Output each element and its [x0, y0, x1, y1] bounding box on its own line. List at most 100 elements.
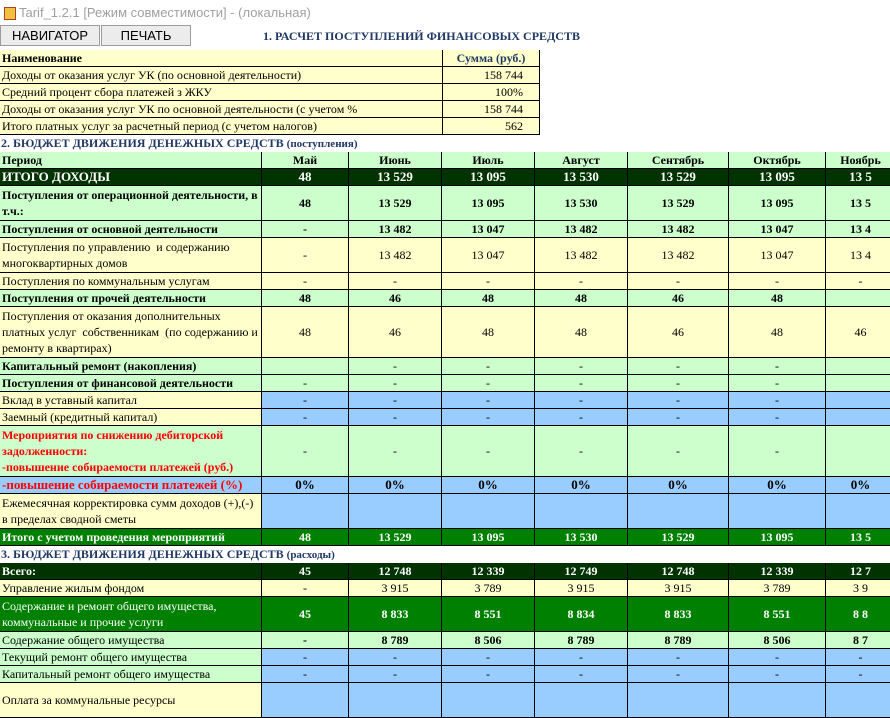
value-cell[interactable]: -	[826, 649, 890, 666]
value-cell[interactable]: 12 748	[628, 563, 729, 580]
value-cell[interactable]: 13 530	[535, 169, 628, 186]
period-header[interactable]: Период	[0, 152, 262, 169]
value-cell[interactable]: 13 095	[729, 529, 826, 546]
value-cell[interactable]: -	[262, 409, 349, 426]
value-cell[interactable]: 13 047	[729, 221, 826, 238]
value-cell[interactable]: 13 047	[442, 221, 535, 238]
value-cell[interactable]: 13 5	[826, 186, 890, 221]
value-cell[interactable]: 46	[349, 307, 442, 358]
value-cell[interactable]: 13 4	[826, 238, 890, 273]
value-cell[interactable]: -	[535, 409, 628, 426]
value-cell[interactable]: -	[262, 426, 349, 477]
value-cell[interactable]: -	[262, 221, 349, 238]
value-cell[interactable]: 8 7	[826, 632, 890, 649]
month-header[interactable]: Май	[262, 152, 349, 169]
value-cell[interactable]: 12 339	[442, 563, 535, 580]
value-cell[interactable]: -	[442, 649, 535, 666]
value-cell[interactable]: -	[628, 273, 729, 290]
value-cell[interactable]	[826, 494, 890, 529]
value-cell[interactable]: 48	[729, 290, 826, 307]
value-cell[interactable]: 8 789	[535, 632, 628, 649]
value-cell[interactable]	[349, 494, 442, 529]
value-cell[interactable]: -	[628, 358, 729, 375]
row-label[interactable]: Текущий ремонт общего имущества	[0, 649, 262, 666]
value-cell[interactable]: -	[535, 358, 628, 375]
value-cell[interactable]: 48	[442, 307, 535, 358]
value-cell[interactable]: -	[349, 426, 442, 477]
value-cell[interactable]: 48	[535, 290, 628, 307]
value-cell[interactable]: 45	[262, 597, 349, 632]
value-cell[interactable]: 13 529	[349, 186, 442, 221]
value-cell[interactable]: 13 482	[535, 238, 628, 273]
value-cell[interactable]: 13 529	[349, 529, 442, 546]
value-cell[interactable]: -	[628, 666, 729, 683]
value-cell[interactable]: 13 095	[442, 186, 535, 221]
month-header[interactable]: Сентябрь	[628, 152, 729, 169]
value-cell[interactable]: -	[442, 666, 535, 683]
row-label[interactable]: Поступления по коммунальным услугам	[0, 273, 262, 290]
value-cell[interactable]: 0%	[262, 477, 349, 494]
summary-label[interactable]: Доходы от оказания услуг УК по основной …	[0, 101, 443, 118]
month-header[interactable]: Август	[535, 152, 628, 169]
value-cell[interactable]: -	[729, 649, 826, 666]
value-cell[interactable]: 46	[349, 290, 442, 307]
value-cell[interactable]: -	[349, 649, 442, 666]
value-cell[interactable]	[729, 494, 826, 529]
value-cell[interactable]	[535, 683, 628, 718]
row-label[interactable]: Поступления по управлению и содержанию м…	[0, 238, 262, 273]
value-cell[interactable]: 13 047	[729, 238, 826, 273]
value-cell[interactable]	[535, 494, 628, 529]
value-cell[interactable]	[262, 358, 349, 375]
value-cell[interactable]: -	[349, 392, 442, 409]
value-cell[interactable]: 13 5	[826, 529, 890, 546]
month-header[interactable]: Июль	[442, 152, 535, 169]
row-label[interactable]: Поступления от финансовой деятельности	[0, 375, 262, 392]
value-cell[interactable]: -	[262, 580, 349, 597]
value-cell[interactable]: -	[535, 392, 628, 409]
value-cell[interactable]: 46	[826, 307, 890, 358]
value-cell[interactable]: 0%	[535, 477, 628, 494]
value-cell[interactable]: 48	[262, 169, 349, 186]
value-cell[interactable]: 13 095	[442, 529, 535, 546]
value-cell[interactable]: 8 833	[628, 597, 729, 632]
value-cell[interactable]: 46	[628, 290, 729, 307]
value-cell[interactable]: 3 9	[826, 580, 890, 597]
value-cell[interactable]: -	[262, 666, 349, 683]
value-cell[interactable]: 48	[729, 307, 826, 358]
value-cell[interactable]	[826, 358, 890, 375]
value-cell[interactable]: 13 095	[729, 186, 826, 221]
value-cell[interactable]: 0%	[628, 477, 729, 494]
value-cell[interactable]: -	[729, 375, 826, 392]
value-cell[interactable]	[442, 494, 535, 529]
value-cell[interactable]: 13 529	[628, 169, 729, 186]
row-label[interactable]: Ежемесячная корректировка сумм доходов (…	[0, 494, 262, 529]
value-cell[interactable]: 13 095	[442, 169, 535, 186]
value-cell[interactable]	[826, 290, 890, 307]
value-cell[interactable]: 12 7	[826, 563, 890, 580]
value-cell[interactable]: -	[535, 426, 628, 477]
value-cell[interactable]: -	[262, 273, 349, 290]
value-cell[interactable]: -	[628, 375, 729, 392]
value-cell[interactable]: 13 529	[349, 169, 442, 186]
row-label[interactable]: Вклад в уставный капитал	[0, 392, 262, 409]
value-cell[interactable]: 8 789	[349, 632, 442, 649]
value-cell[interactable]	[442, 683, 535, 718]
value-cell[interactable]: -	[628, 649, 729, 666]
value-cell[interactable]: -	[729, 273, 826, 290]
value-cell[interactable]: 13 047	[442, 238, 535, 273]
row-label[interactable]: Поступления от прочей деятельности	[0, 290, 262, 307]
value-cell[interactable]: 8 506	[729, 632, 826, 649]
value-cell[interactable]: 0%	[729, 477, 826, 494]
value-cell[interactable]: 3 789	[729, 580, 826, 597]
value-cell[interactable]: 0%	[826, 477, 890, 494]
row-label[interactable]: Мероприятия по снижению дебиторской задо…	[0, 426, 262, 477]
value-cell[interactable]: 48	[262, 290, 349, 307]
summary-label[interactable]: Итого платных услуг за расчетный период …	[0, 118, 443, 135]
value-cell[interactable]: 8 551	[442, 597, 535, 632]
navigator-button[interactable]: НАВИГАТОР	[0, 25, 100, 46]
row-label[interactable]: ИТОГО ДОХОДЫ	[0, 169, 262, 186]
value-cell[interactable]: 46	[628, 307, 729, 358]
value-cell[interactable]: 13 530	[535, 529, 628, 546]
value-cell[interactable]: 13 5	[826, 169, 890, 186]
value-cell[interactable]: 13 482	[628, 221, 729, 238]
